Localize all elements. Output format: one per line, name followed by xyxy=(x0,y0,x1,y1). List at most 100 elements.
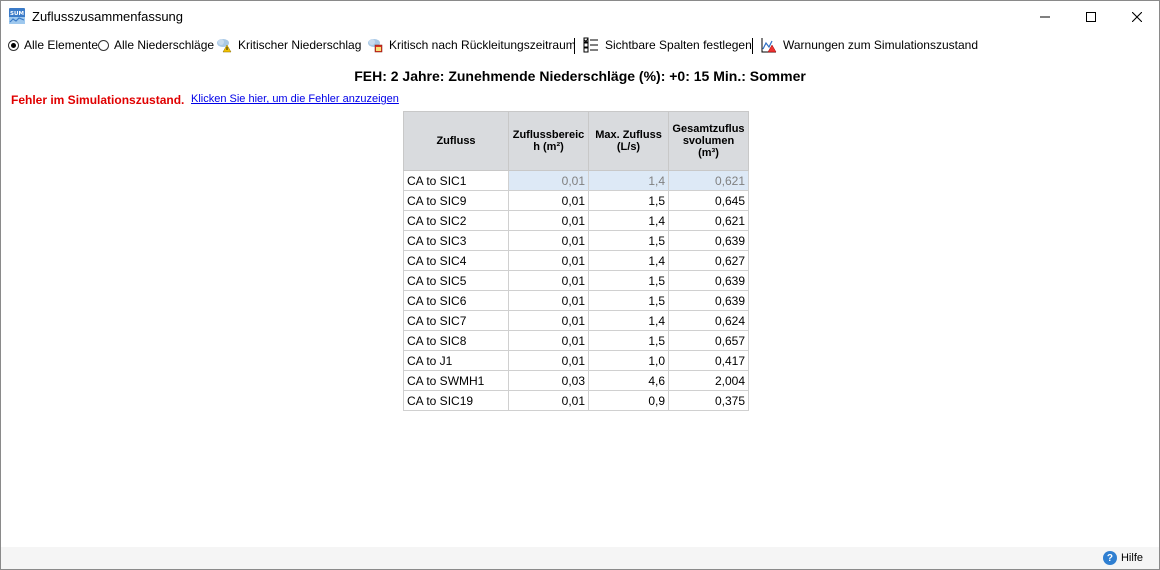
cell-inflow-name[interactable]: CA to SIC7 xyxy=(403,310,509,331)
show-errors-link[interactable]: Klicken Sie hier, um die Fehler anzuzeig… xyxy=(191,93,399,105)
cell-area[interactable]: 0,01 xyxy=(508,210,589,231)
cell-inflow-name[interactable]: CA to SIC2 xyxy=(403,210,509,231)
cell-max-inflow[interactable]: 1,5 xyxy=(588,330,669,351)
minimize-icon xyxy=(1040,16,1050,17)
maximize-icon xyxy=(1086,11,1096,22)
cell-inflow-name[interactable]: CA to SIC8 xyxy=(403,330,509,351)
app-icon: SUM xyxy=(9,8,25,24)
cell-area[interactable]: 0,01 xyxy=(508,310,589,331)
checklist-icon xyxy=(583,37,598,53)
cell-total-volume[interactable]: 0,627 xyxy=(668,250,749,271)
cell-max-inflow[interactable]: 4,6 xyxy=(588,370,669,391)
table-row[interactable]: CA to SIC2 0,01 1,4 0,621 xyxy=(403,210,749,231)
cell-inflow-name[interactable]: CA to SIC4 xyxy=(403,250,509,271)
cell-max-inflow[interactable]: 0,9 xyxy=(588,390,669,411)
help-icon: ? xyxy=(1102,551,1117,565)
cell-total-volume[interactable]: 0,621 xyxy=(668,210,749,231)
cell-total-volume[interactable]: 2,004 xyxy=(668,370,749,391)
cell-area[interactable]: 0,01 xyxy=(508,230,589,251)
cell-total-volume[interactable]: 0,657 xyxy=(668,330,749,351)
minimize-button[interactable] xyxy=(1022,1,1068,32)
cell-inflow-name[interactable]: CA to SIC1 xyxy=(403,170,509,191)
table-row[interactable]: CA to J1 0,01 1,0 0,417 xyxy=(403,350,749,371)
table-row[interactable]: CA to SIC9 0,01 1,5 0,645 xyxy=(403,190,749,211)
table-row[interactable]: CA to SWMH1 0,03 4,6 2,004 xyxy=(403,370,749,391)
cell-max-inflow[interactable]: 1,4 xyxy=(588,210,669,231)
close-button[interactable] xyxy=(1114,1,1160,32)
table-row[interactable]: CA to SIC19 0,01 0,9 0,375 xyxy=(403,390,749,411)
radio-unselected-icon[interactable] xyxy=(98,39,109,51)
radio-all-elements[interactable]: Alle Elemente xyxy=(8,34,98,56)
warnings-label: Warnungen zum Simulationszustand xyxy=(783,38,978,52)
table-row[interactable]: CA to SIC5 0,01 1,5 0,639 xyxy=(403,270,749,291)
column-header-total-volume[interactable]: Gesamtzuflus svolumen (m³) xyxy=(668,111,749,171)
cell-area[interactable]: 0,01 xyxy=(508,190,589,211)
table-row[interactable]: CA to SIC6 0,01 1,5 0,639 xyxy=(403,290,749,311)
table-row[interactable]: CA to SIC8 0,01 1,5 0,657 xyxy=(403,330,749,351)
cell-max-inflow[interactable]: 1,5 xyxy=(588,290,669,311)
cell-inflow-name[interactable]: CA to J1 xyxy=(403,350,509,371)
cell-total-volume[interactable]: 0,375 xyxy=(668,390,749,411)
simulation-error-label: Fehler im Simulationszustand. xyxy=(11,93,185,107)
cell-area[interactable]: 0,01 xyxy=(508,390,589,411)
radio-selected-icon[interactable] xyxy=(8,39,19,51)
cell-max-inflow[interactable]: 1,4 xyxy=(588,170,669,191)
help-label: Hilfe xyxy=(1120,552,1143,564)
cell-max-inflow[interactable]: 1,4 xyxy=(588,250,669,271)
inflow-table[interactable]: Zufluss Zuflussbereic h (m²) Max. Zufluss… xyxy=(403,111,749,411)
toolbar-separator xyxy=(574,38,575,54)
cell-area[interactable]: 0,01 xyxy=(508,330,589,351)
cell-total-volume[interactable]: 0,639 xyxy=(668,270,749,291)
cell-area[interactable]: 0,03 xyxy=(508,370,589,391)
critical-by-return-button[interactable]: Kritisch nach Rückleitungszeitraum xyxy=(367,34,576,56)
cell-total-volume[interactable]: 0,621 xyxy=(668,170,749,191)
table-row[interactable]: CA to SIC7 0,01 1,4 0,624 xyxy=(403,310,749,331)
window-title: Zuflusszusammenfassung xyxy=(32,9,184,24)
cell-area[interactable]: 0,01 xyxy=(508,350,589,371)
cell-max-inflow[interactable]: 1,4 xyxy=(588,310,669,331)
cell-max-inflow[interactable]: 1,0 xyxy=(588,350,669,371)
cell-inflow-name[interactable]: CA to SIC19 xyxy=(403,390,509,411)
critical-by-return-label: Kritisch nach Rückleitungszeitraum xyxy=(389,38,576,52)
radio-all-rainfall-label: Alle Niederschläge xyxy=(114,38,215,52)
chart-warning-icon xyxy=(761,38,777,53)
cell-max-inflow[interactable]: 1,5 xyxy=(588,270,669,291)
status-footer: ? Hilfe xyxy=(1,547,1159,569)
cell-inflow-name[interactable]: CA to SWMH1 xyxy=(403,370,509,391)
cell-total-volume[interactable]: 0,624 xyxy=(668,310,749,331)
maximize-button[interactable] xyxy=(1068,1,1114,32)
cell-inflow-name[interactable]: CA to SIC9 xyxy=(403,190,509,211)
warnings-button[interactable]: Warnungen zum Simulationszustand xyxy=(761,34,978,56)
toolbar: Alle Elemente Alle Niederschläge Kritisc… xyxy=(1,34,1159,56)
cell-area[interactable]: 0,01 xyxy=(508,250,589,271)
table-row[interactable]: CA to SIC4 0,01 1,4 0,627 xyxy=(403,250,749,271)
summary-window: SUM Zuflusszusammenfassung Alle Elemente… xyxy=(0,0,1160,570)
cloud-warning-icon xyxy=(217,39,232,53)
column-header-inflow[interactable]: Zufluss xyxy=(403,111,509,171)
visible-columns-button[interactable]: Sichtbare Spalten festlegen xyxy=(583,34,752,56)
cell-max-inflow[interactable]: 1,5 xyxy=(588,190,669,211)
cell-inflow-name[interactable]: CA to SIC3 xyxy=(403,230,509,251)
cell-max-inflow[interactable]: 1,5 xyxy=(588,230,669,251)
cell-inflow-name[interactable]: CA to SIC6 xyxy=(403,290,509,311)
cell-area[interactable]: 0,01 xyxy=(508,290,589,311)
help-button[interactable]: ? Hilfe xyxy=(1102,551,1143,565)
critical-rainfall-button[interactable]: Kritischer Niederschlag xyxy=(216,34,361,56)
cell-total-volume[interactable]: 0,645 xyxy=(668,190,749,211)
table-row[interactable]: CA to SIC3 0,01 1,5 0,639 xyxy=(403,230,749,251)
column-header-max-inflow[interactable]: Max. Zufluss (L/s) xyxy=(588,111,669,171)
cell-area[interactable]: 0,01 xyxy=(508,170,589,191)
toolbar-separator xyxy=(752,38,753,54)
cell-total-volume[interactable]: 0,639 xyxy=(668,230,749,251)
cell-total-volume[interactable]: 0,417 xyxy=(668,350,749,371)
table-row[interactable]: CA to SIC1 0,01 1,4 0,621 xyxy=(403,170,749,191)
cloud-calendar-icon xyxy=(368,39,383,53)
radio-all-rainfall[interactable]: Alle Niederschläge xyxy=(98,34,214,56)
cell-inflow-name[interactable]: CA to SIC5 xyxy=(403,270,509,291)
column-header-area[interactable]: Zuflussbereic h (m²) xyxy=(508,111,589,171)
summary-heading: FEH: 2 Jahre: Zunehmende Niederschläge (… xyxy=(354,68,806,84)
cell-total-volume[interactable]: 0,639 xyxy=(668,290,749,311)
cell-area[interactable]: 0,01 xyxy=(508,270,589,291)
title-bar[interactable]: SUM Zuflusszusammenfassung xyxy=(1,1,1159,32)
radio-all-elements-label: Alle Elemente xyxy=(24,38,99,52)
